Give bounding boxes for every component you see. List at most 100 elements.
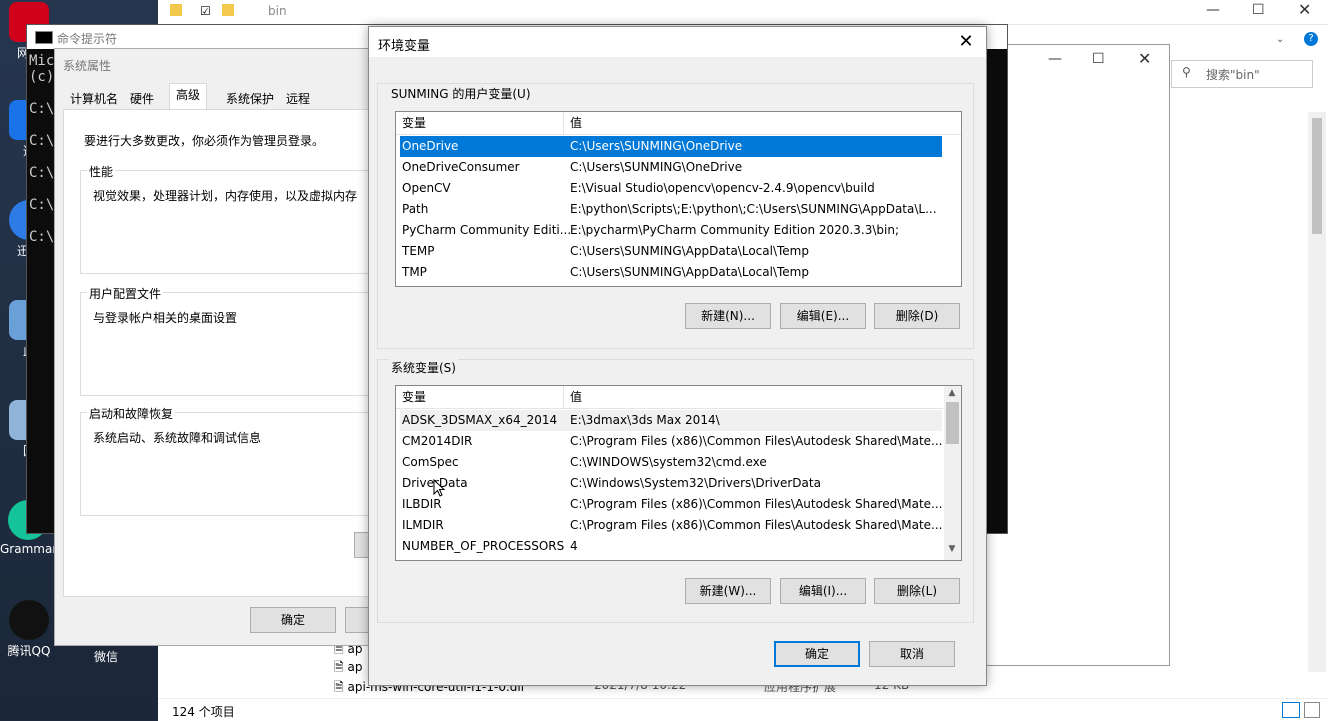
minimize-icon[interactable]: —: [1206, 2, 1220, 18]
variable-value: 4: [570, 539, 578, 553]
explorer-search-input[interactable]: ⚲ 搜索"bin": [1171, 60, 1313, 88]
column-value[interactable]: 值: [570, 386, 582, 408]
qq-penguin-icon: [9, 600, 49, 640]
tab-system-protection[interactable]: 系统保护: [219, 87, 281, 111]
large-icons-view-icon[interactable]: [1304, 702, 1320, 718]
search-icon: ⚲: [1182, 65, 1191, 79]
system-edit-button[interactable]: 编辑(I)...: [780, 578, 866, 604]
explorer-path: bin: [268, 4, 287, 18]
group-description: 视觉效果，处理器计划，内存使用，以及虚拟内存: [93, 189, 358, 203]
maximize-icon[interactable]: ☐: [1092, 51, 1105, 67]
system-vars-list[interactable]: 变量 值 ADSK_3DSMAX_x64_2014 E:\3dmax\3ds Ma…: [395, 385, 962, 561]
explorer-secondary-window: — ☐ ✕: [985, 44, 1170, 666]
ok-button[interactable]: 确定: [250, 607, 336, 633]
variable-value: E:\3dmax\3ds Max 2014\: [570, 413, 720, 427]
user-edit-button[interactable]: 编辑(E)...: [780, 303, 866, 329]
maximize-icon[interactable]: ☐: [1252, 2, 1265, 18]
mouse-cursor-icon: [433, 479, 445, 497]
group-title: 启动和故障恢复: [87, 405, 176, 422]
details-view-icon[interactable]: [1282, 702, 1300, 718]
scrollbar-thumb[interactable]: [946, 402, 959, 444]
desktop-icon-qq[interactable]: 腾讯QQ: [4, 600, 54, 659]
variable-value: E:\python\Scripts\;E:\python\;C:\Users\S…: [570, 202, 937, 216]
startup-recovery-group: 启动和故障恢复 系统启动、系统故障和调试信息: [80, 405, 382, 516]
scrollbar-thumb[interactable]: [1312, 118, 1322, 234]
list-item[interactable]: Path E:\python\Scripts\;E:\python\;C:\Use…: [400, 199, 942, 220]
cmd-title: 命令提示符: [57, 32, 118, 46]
variable-name: ILMDIR: [402, 518, 444, 532]
tab-remote[interactable]: 远程: [279, 87, 317, 111]
variable-value: E:\pycharm\PyCharm Community Edition 202…: [570, 223, 899, 237]
ok-button[interactable]: 确定: [774, 641, 860, 667]
variable-name: ComSpec: [402, 455, 459, 469]
variable-value: C:\Program Files (x86)\Common Files\Auto…: [570, 518, 943, 532]
performance-group: 性能 视觉效果，处理器计划，内存使用，以及虚拟内存: [80, 163, 382, 274]
list-header: 变量 值: [396, 386, 943, 409]
list-item[interactable]: OpenCV E:\Visual Studio\opencv\opencv-2.4…: [400, 178, 942, 199]
cmd-icon: [35, 31, 53, 44]
list-item[interactable]: ILBDIR C:\Program Files (x86)\Common File…: [400, 494, 942, 515]
list-item[interactable]: ADSK_3DSMAX_x64_2014 E:\3dmax\3ds Max 201…: [400, 410, 942, 431]
scroll-up-icon[interactable]: ▲: [944, 388, 960, 398]
close-icon[interactable]: ✕: [955, 31, 977, 53]
system-delete-button[interactable]: 删除(L): [874, 578, 960, 604]
minimize-icon[interactable]: —: [1048, 51, 1062, 67]
system-new-button[interactable]: 新建(W)...: [685, 578, 771, 604]
list-item[interactable]: CM2014DIR C:\Program Files (x86)\Common F…: [400, 431, 942, 452]
explorer-title-bar: ☑ bin — ☐ ✕: [158, 0, 1328, 25]
cmd-line: C:\: [29, 101, 55, 117]
variable-name: TMP: [402, 265, 427, 279]
list-item[interactable]: NUMBER_OF_PROCESSORS 4: [400, 536, 942, 557]
scroll-down-icon[interactable]: ▼: [944, 544, 960, 554]
list-item[interactable]: OneDriveConsumer C:\Users\SUNMING\OneDriv…: [400, 157, 942, 178]
cmd-line: (c): [29, 69, 55, 85]
item-count: 124 个项目: [172, 705, 235, 719]
list-item[interactable]: ComSpec C:\WINDOWS\system32\cmd.exe: [400, 452, 942, 473]
list-item[interactable]: PyCharm Community Editi... E:\pycharm\PyC…: [400, 220, 942, 241]
explorer-status-bar: 124 个项目: [158, 698, 1328, 721]
variable-name: ILBDIR: [402, 497, 442, 511]
admin-note: 要进行大多数更改，你必须作为管理员登录。: [84, 134, 325, 148]
user-vars-list[interactable]: 变量 值 OneDrive C:\Users\SUNMING\OneDrive On…: [395, 111, 962, 287]
variable-name: Path: [402, 202, 429, 216]
variable-value: C:\Program Files (x86)\Common Files\Auto…: [570, 497, 943, 511]
variable-value: C:\Users\SUNMING\AppData\Local\Temp: [570, 265, 809, 279]
environment-variables-dialog: 环境变量 ✕ SUNMING 的用户变量(U) 变量 值 OneDrive C:\…: [368, 26, 987, 686]
dialog-title: 环境变量: [378, 39, 431, 54]
list-item[interactable]: DriverDataC:\Windows\System32\Drivers\Dr…: [400, 473, 942, 494]
list-item[interactable]: TMP C:\Users\SUNMING\AppData\Local\Temp: [400, 262, 942, 283]
user-delete-button[interactable]: 删除(D): [874, 303, 960, 329]
close-icon[interactable]: ✕: [1138, 49, 1151, 68]
list-item[interactable]: TEMP C:\Users\SUNMING\AppData\Local\Temp: [400, 241, 942, 262]
tab-computer-name[interactable]: 计算机名: [63, 87, 125, 111]
variable-name: PyCharm Community Editi...: [402, 223, 572, 237]
variable-name: OpenCV: [402, 181, 451, 195]
variable-name: CM2014DIR: [402, 434, 473, 448]
variable-name: TEMP: [402, 244, 435, 258]
cmd-line: C:\: [29, 197, 55, 213]
checkbox-icon[interactable]: ☑: [200, 4, 211, 18]
cancel-button[interactable]: 取消: [869, 641, 955, 667]
list-item[interactable]: OneDrive C:\Users\SUNMING\OneDrive: [400, 136, 942, 157]
env-title-bar: 环境变量 ✕: [369, 27, 986, 57]
system-vars-scrollbar[interactable]: ▲ ▼: [944, 386, 961, 560]
user-vars-label: SUNMING 的用户变量(U): [389, 85, 533, 102]
group-description: 与登录帐户相关的桌面设置: [93, 311, 238, 325]
chevron-down-icon[interactable]: ⌄: [1276, 34, 1284, 45]
column-variable[interactable]: 变量: [402, 112, 426, 134]
dll-file-icon: 🗎: [334, 680, 348, 694]
column-variable[interactable]: 变量: [402, 386, 426, 408]
tab-advanced[interactable]: 高级: [169, 83, 208, 110]
variable-name: OneDriveConsumer: [402, 160, 520, 174]
file-row[interactable]: 🗎 ap: [334, 658, 362, 679]
help-icon[interactable]: ?: [1304, 32, 1318, 46]
list-item[interactable]: ILMDIR C:\Program Files (x86)\Common File…: [400, 515, 942, 536]
desktop-icon-wechat-label[interactable]: 微信: [94, 648, 118, 665]
close-icon[interactable]: ✕: [1298, 0, 1311, 19]
explorer-scrollbar[interactable]: [1308, 112, 1326, 672]
user-new-button[interactable]: 新建(N)...: [685, 303, 771, 329]
column-value[interactable]: 值: [570, 112, 582, 134]
variable-value: E:\Visual Studio\opencv\opencv-2.4.9\ope…: [570, 181, 875, 195]
variable-value: C:\WINDOWS\system32\cmd.exe: [570, 455, 767, 469]
tab-hardware[interactable]: 硬件: [123, 87, 161, 111]
